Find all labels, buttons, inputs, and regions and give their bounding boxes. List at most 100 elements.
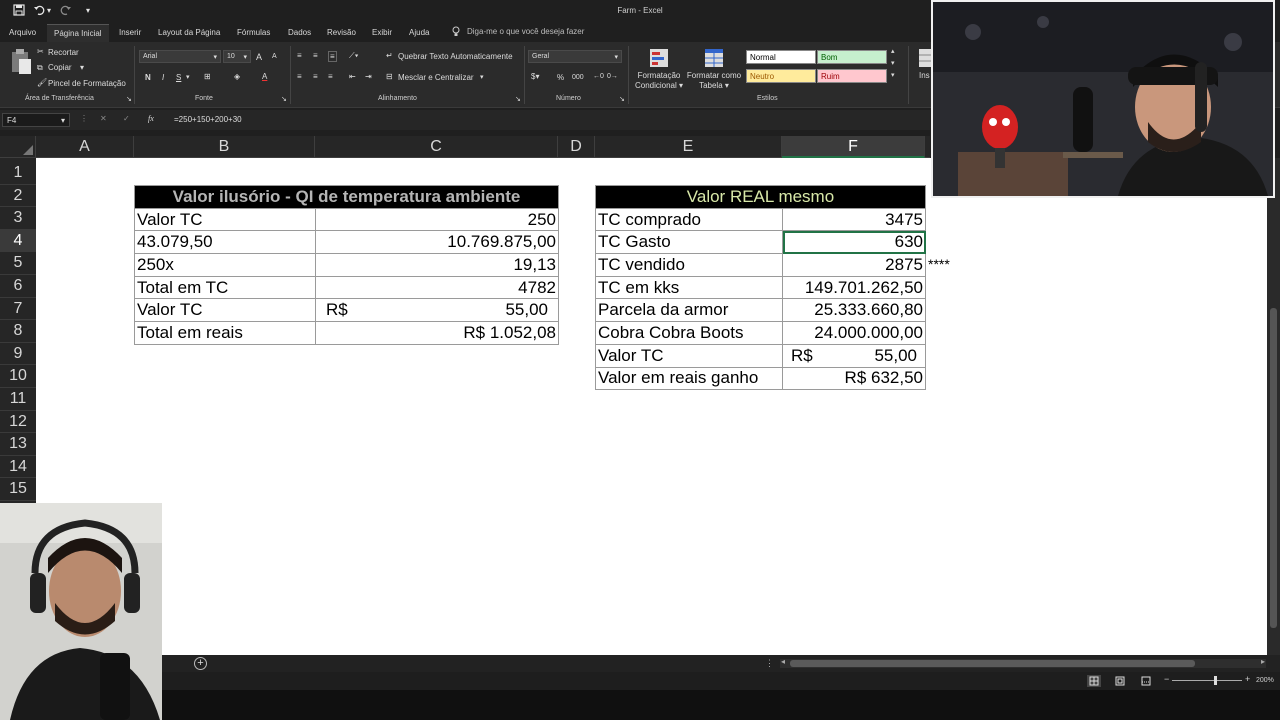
cut-icon[interactable]: ✂	[37, 47, 44, 56]
column-header-e[interactable]: E	[595, 136, 782, 158]
copy-button[interactable]: Copiar	[48, 63, 72, 72]
wrap-text-button[interactable]: Quebrar Texto Automaticamente	[398, 52, 513, 61]
scroll-left-icon[interactable]: ◂	[781, 657, 785, 666]
row-header[interactable]: 5	[0, 252, 36, 275]
cell-label[interactable]: Valor TC	[134, 298, 316, 323]
align-left-icon[interactable]: ≡	[297, 72, 302, 81]
cell-value[interactable]: 2875	[782, 253, 926, 277]
align-center-icon[interactable]: ≡	[313, 72, 318, 81]
cell-label[interactable]: Valor TC	[595, 343, 783, 368]
font-color-button[interactable]: A	[262, 72, 267, 81]
zoom-out-icon[interactable]: −	[1164, 674, 1169, 684]
tab-revisao[interactable]: Revisão	[327, 28, 356, 37]
cell-value[interactable]: 250	[315, 207, 559, 232]
column-header-f[interactable]: F	[782, 136, 925, 158]
cell-label[interactable]: TC vendido	[595, 253, 783, 277]
stars-note[interactable]: ****	[928, 256, 950, 272]
row-header[interactable]: 7	[0, 298, 36, 321]
thousands-button[interactable]: 000	[572, 74, 584, 81]
style-good[interactable]: Bom	[817, 50, 887, 64]
more-options-icon[interactable]: ⋮	[765, 658, 774, 669]
increase-decimal-icon[interactable]: ←0	[593, 73, 604, 80]
column-header-b[interactable]: B	[134, 136, 315, 158]
cut-button[interactable]: Recortar	[48, 48, 79, 57]
percent-button[interactable]: %	[557, 73, 564, 82]
column-header-d[interactable]: D	[558, 136, 595, 158]
cell-label[interactable]: TC em kks	[595, 275, 783, 300]
underline-button[interactable]: S	[176, 73, 181, 82]
insert-cells-button[interactable]: Ins	[919, 71, 930, 80]
zoom-level[interactable]: 200%	[1256, 677, 1274, 684]
row-header[interactable]: 11	[0, 388, 36, 411]
row-header-selected[interactable]: 4	[0, 229, 36, 253]
cell-label[interactable]: Cobra Cobra Boots	[595, 321, 783, 345]
cell-value[interactable]: 19,13	[315, 253, 559, 277]
insert-cells-icon[interactable]	[918, 48, 932, 70]
cell-value[interactable]: 4782	[315, 275, 559, 300]
row-header[interactable]: 6	[0, 275, 36, 298]
tab-dados[interactable]: Dados	[288, 28, 311, 37]
horizontal-scrollbar[interactable]: ◂ ▸	[780, 657, 1266, 668]
row-header[interactable]: 8	[0, 320, 36, 343]
cell-label[interactable]: Total em reais	[134, 321, 316, 345]
underline-dropdown-icon[interactable]: ▾	[186, 73, 190, 81]
cell-label[interactable]: Parcela da armor	[595, 298, 783, 323]
format-painter-icon[interactable]: 🖌	[37, 78, 47, 87]
cell-label[interactable]: TC comprado	[595, 207, 783, 232]
tab-arquivo[interactable]: Arquivo	[9, 28, 36, 37]
cell-label[interactable]: Total em TC	[134, 275, 316, 300]
format-painter-button[interactable]: Pincel de Formatação	[48, 79, 126, 88]
row-header[interactable]: 9	[0, 343, 36, 366]
cell-value[interactable]: 10.769.875,00	[315, 230, 559, 255]
cell-label[interactable]: TC Gasto	[595, 230, 783, 255]
cell-value-currency[interactable]: R$ 55,00	[782, 343, 926, 368]
font-launcher-icon[interactable]: ↘	[281, 95, 287, 103]
bold-button[interactable]: N	[145, 73, 151, 82]
format-as-table-button[interactable]: Formatar como Tabela ▾	[686, 71, 742, 91]
cell-value[interactable]: 25.333.660,80	[782, 298, 926, 323]
align-bottom-icon[interactable]: ≡	[328, 51, 337, 62]
name-box[interactable]: F4 ▾	[2, 113, 70, 127]
borders-icon[interactable]: ⊞	[204, 72, 211, 81]
select-all-corner[interactable]	[0, 136, 36, 158]
left-table-header[interactable]: Valor ilusório - QI de temperatura ambie…	[134, 185, 559, 209]
number-format-dropdown[interactable]: Geral ▾	[528, 50, 622, 63]
font-name-dropdown[interactable]: Arial ▾	[139, 50, 221, 63]
merge-center-icon[interactable]: ⊟	[386, 72, 393, 81]
cell-value[interactable]: 149.701.262,50	[782, 275, 926, 300]
zoom-slider-knob[interactable]	[1214, 676, 1217, 685]
formula-input[interactable]: =250+150+200+30	[170, 113, 926, 127]
worksheet-grid[interactable]: Valor ilusório - QI de temperatura ambie…	[36, 158, 1267, 655]
decrease-indent-icon[interactable]: ⇤	[349, 72, 356, 81]
paste-icon[interactable]	[10, 48, 32, 78]
vertical-scroll-thumb[interactable]	[1270, 308, 1277, 628]
cell-value-currency[interactable]: R$ 55,00	[315, 298, 559, 323]
right-table-header[interactable]: Valor REAL mesmo	[595, 185, 926, 209]
conditional-formatting-icon[interactable]	[649, 48, 669, 70]
tab-exibir[interactable]: Exibir	[372, 28, 392, 37]
cell-value[interactable]: 3475	[782, 207, 926, 232]
grow-font-button[interactable]: A	[256, 52, 262, 62]
cell-value[interactable]: R$ 1.052,08	[315, 321, 559, 345]
font-size-dropdown[interactable]: 10 ▾	[223, 50, 251, 63]
copy-icon[interactable]: ⧉	[37, 63, 43, 73]
vertical-scrollbar[interactable]	[1267, 158, 1280, 655]
increase-indent-icon[interactable]: ⇥	[365, 72, 372, 81]
tab-ajuda[interactable]: Ajuda	[409, 28, 429, 37]
wrap-text-icon[interactable]: ↵	[386, 51, 393, 60]
row-header[interactable]: 14	[0, 456, 36, 479]
cancel-icon[interactable]: ✕	[100, 114, 107, 123]
cell-value[interactable]: 24.000.000,00	[782, 321, 926, 345]
tell-me-search[interactable]: Diga-me o que você deseja fazer	[467, 27, 584, 36]
italic-button[interactable]: I	[162, 73, 164, 82]
column-header-c[interactable]: C	[315, 136, 558, 158]
cell-value[interactable]: R$ 632,50	[782, 366, 926, 391]
page-break-view-icon[interactable]	[1140, 675, 1152, 689]
align-top-icon[interactable]: ≡	[297, 51, 302, 60]
normal-view-icon[interactable]	[1087, 675, 1101, 687]
cell-label[interactable]: Valor em reais ganho	[595, 366, 783, 391]
zoom-slider[interactable]	[1172, 676, 1242, 685]
styles-scroll-icon[interactable]: ▴ ▾ ▾	[891, 46, 895, 82]
insert-function-button[interactable]: fx	[148, 114, 154, 123]
row-header[interactable]: 13	[0, 433, 36, 456]
